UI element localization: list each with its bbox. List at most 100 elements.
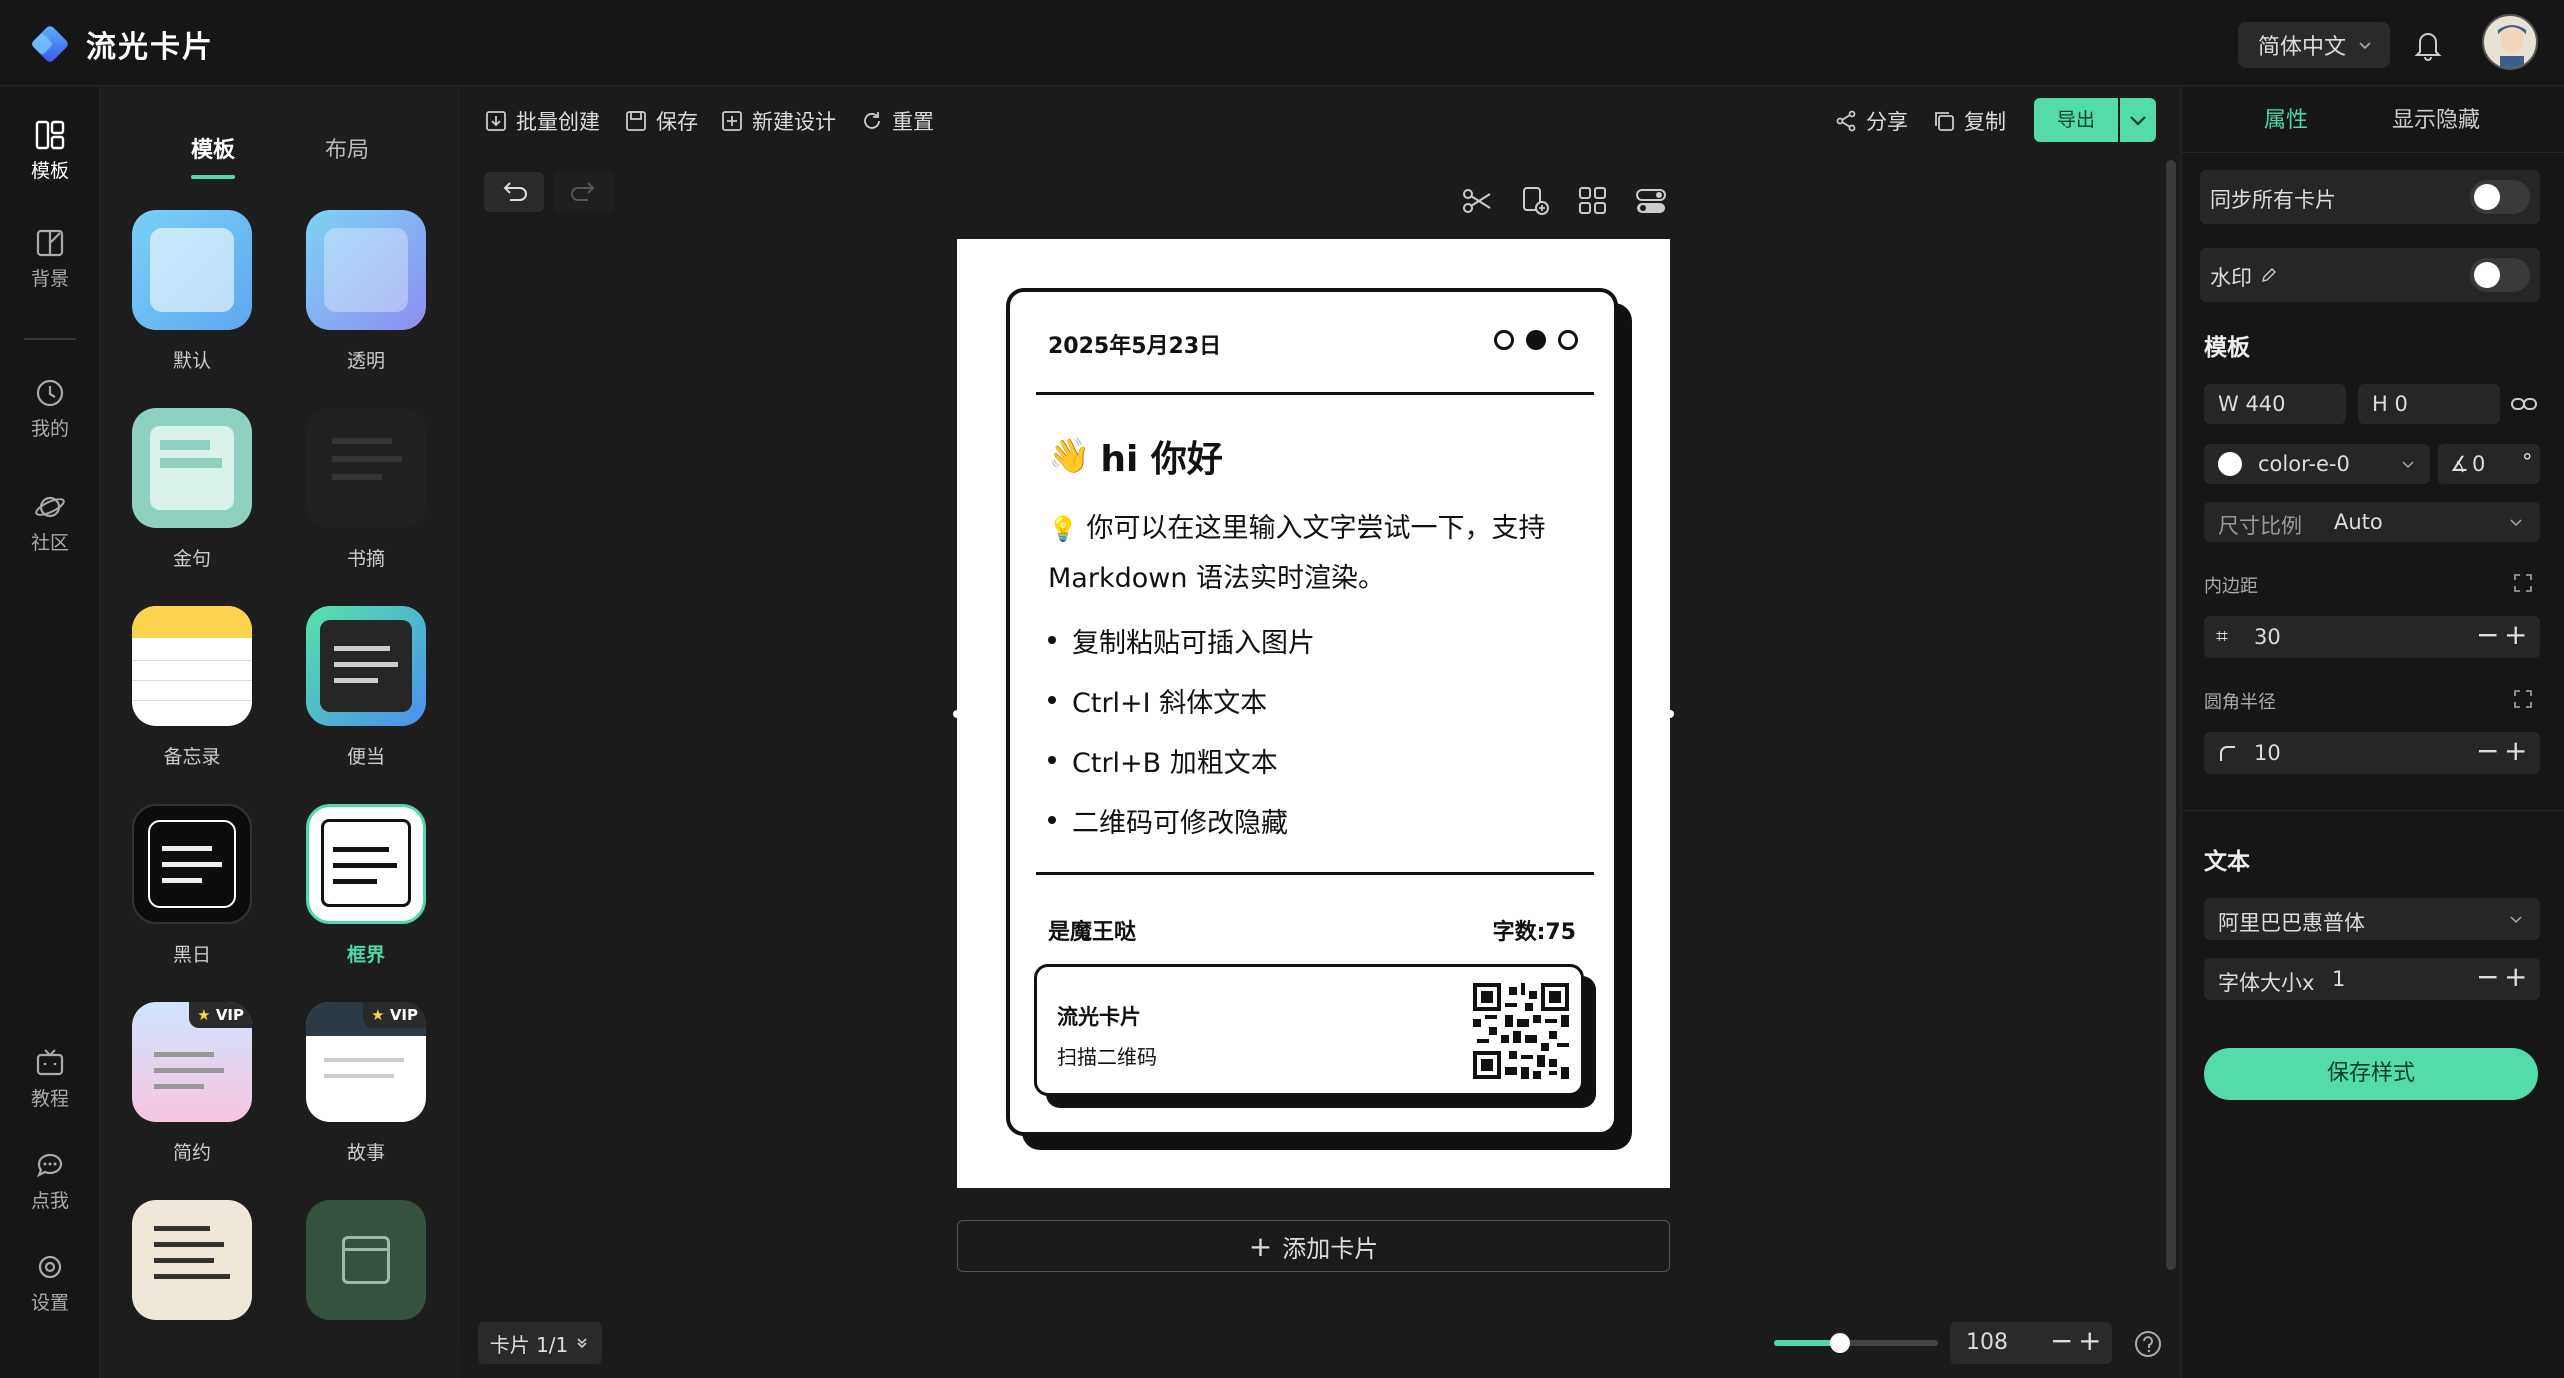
plus-icon[interactable]: + (2504, 734, 2527, 767)
template-label: 便当 (346, 746, 385, 768)
nav-item-settings[interactable]: 设置 (0, 1250, 100, 1340)
minus-icon[interactable]: − (2476, 618, 2499, 651)
template-section-title: 模板 (2204, 335, 2250, 361)
template-tile-simple[interactable]: ★ VIP (132, 1002, 252, 1122)
tab-properties[interactable]: 属性 (2264, 102, 2308, 134)
panel-divider (2181, 810, 2564, 811)
zoom-slider-handle[interactable] (1829, 1333, 1850, 1353)
template-tile-excerpt[interactable] (306, 408, 426, 528)
qr-code-icon[interactable] (1473, 983, 1569, 1079)
copy-button[interactable]: 复制 (1932, 104, 2006, 138)
dot-icon (1558, 330, 1578, 350)
grid-icon[interactable] (1576, 184, 1610, 222)
template-tile-frame[interactable] (306, 804, 426, 924)
nav-divider (24, 338, 76, 340)
add-card-button[interactable]: + 添加卡片 (957, 1220, 1670, 1272)
nav-item-community[interactable]: 社区 (0, 490, 100, 580)
angle-input[interactable]: ∡ 0 ° (2438, 444, 2540, 484)
scissors-icon[interactable] (1460, 184, 1494, 222)
nav-item-template[interactable]: 模板 (0, 118, 100, 208)
minus-icon[interactable]: − (2476, 960, 2499, 993)
save-label: 保存 (656, 110, 698, 134)
save-button[interactable]: 保存 (624, 104, 698, 138)
minus-icon[interactable]: − (2050, 1324, 2073, 1357)
plus-icon[interactable]: + (2078, 1324, 2101, 1357)
export-button[interactable]: 导出 (2034, 98, 2118, 142)
new-design-label: 新建设计 (752, 110, 836, 134)
help-icon[interactable] (2132, 1328, 2164, 1364)
toggle-switch-icon[interactable] (1634, 184, 1668, 222)
width-input[interactable]: W 440 (2204, 384, 2346, 424)
font-select[interactable]: 阿里巴巴惠普体 (2204, 898, 2540, 940)
resize-handle-left[interactable] (953, 710, 961, 718)
card-word-count: 字数:75 (1492, 920, 1576, 945)
wave-icon: 👋 (1048, 436, 1091, 476)
template-tile-quote[interactable] (132, 408, 252, 528)
watermark-toggle[interactable] (2470, 258, 2530, 292)
template-label: 框界 (346, 944, 385, 966)
tab-visibility[interactable]: 显示隐藏 (2392, 102, 2480, 134)
plus-icon[interactable]: + (2504, 618, 2527, 651)
minus-icon[interactable]: − (2476, 734, 2499, 767)
aspect-ratio-select[interactable]: 尺寸比例 Auto (2204, 502, 2540, 542)
tab-template[interactable]: 模板 (191, 132, 235, 164)
color-select[interactable]: color-e-0 (2204, 444, 2430, 484)
list-item: 复制粘贴可插入图片 (1048, 610, 1315, 670)
undo-button[interactable] (484, 172, 544, 212)
export-dropdown-button[interactable] (2120, 98, 2156, 142)
clock-icon (36, 379, 64, 407)
app-title: 流光卡片 (86, 30, 214, 65)
template-tile-code[interactable] (306, 1200, 426, 1320)
template-tile-story[interactable]: ★ VIP (306, 1002, 426, 1122)
canvas-scrollbar[interactable] (2166, 160, 2176, 1270)
new-design-button[interactable]: 新建设计 (720, 104, 836, 138)
card-pager[interactable]: 卡片 1/1 (478, 1322, 602, 1364)
sync-all-toggle[interactable] (2470, 180, 2530, 214)
nav-label: 我的 (30, 418, 69, 440)
link-icon[interactable] (2510, 392, 2538, 420)
font-size-input[interactable]: 字体大小x 1 − + (2204, 958, 2540, 1000)
language-select[interactable]: 简体中文 (2238, 22, 2390, 68)
template-tile-default[interactable] (132, 210, 252, 330)
padding-value: 30 (2254, 625, 2281, 649)
share-button[interactable]: 分享 (1834, 104, 1908, 138)
nav-item-mine[interactable]: 我的 (0, 376, 100, 466)
expand-icon[interactable] (2512, 688, 2534, 714)
card-divider (1036, 392, 1594, 395)
nav-item-feedback[interactable]: 点我 (0, 1148, 100, 1238)
reset-button[interactable]: 重置 (860, 104, 934, 138)
card-title: hi 你好 (1100, 439, 1223, 480)
template-label: 故事 (346, 1142, 385, 1164)
tab-layout[interactable]: 布局 (325, 132, 369, 164)
app-logo-icon[interactable] (28, 22, 72, 66)
avatar[interactable] (2482, 14, 2538, 70)
sync-all-row: 同步所有卡片 (2200, 170, 2540, 224)
template-tile-bento[interactable] (306, 606, 426, 726)
template-tile-handwritten[interactable] (132, 1200, 252, 1320)
template-tile-black-sun[interactable] (132, 804, 252, 924)
resize-handle-right[interactable] (1666, 710, 1674, 718)
qr-box[interactable]: 流光卡片 扫描二维码 (1034, 964, 1584, 1096)
panel-divider (2181, 152, 2564, 153)
expand-icon[interactable] (2512, 572, 2534, 598)
bell-icon[interactable] (2408, 24, 2448, 64)
padding-input[interactable]: ⌗ 30 − + (2204, 616, 2540, 658)
app-root: 流光卡片 简体中文 模板 背景 我的 社区 教程 点我 设置 模板 布局 默认 … (0, 0, 2564, 1378)
settings-icon (38, 1255, 62, 1279)
nav-item-background[interactable]: 背景 (0, 226, 100, 316)
angle-value: 0 (2472, 452, 2486, 476)
save-icon (626, 111, 646, 131)
zoom-input[interactable]: 108 − + (1950, 1322, 2112, 1364)
nav-item-tutorial[interactable]: 教程 (0, 1046, 100, 1136)
radius-input[interactable]: 10 − + (2204, 732, 2540, 774)
card-frame[interactable]: 2025年5月23日 👋 hi 你好 💡 你可以在这里输入文字尝试一下，支持 M… (1006, 288, 1618, 1136)
pencil-icon[interactable] (2260, 266, 2278, 284)
add-page-icon[interactable] (1518, 184, 1552, 222)
height-input[interactable]: H 0 (2358, 384, 2500, 424)
redo-button[interactable] (554, 172, 614, 212)
save-style-button[interactable]: 保存样式 (2204, 1048, 2538, 1100)
template-tile-transparent[interactable] (306, 210, 426, 330)
template-tile-memo[interactable] (132, 606, 252, 726)
plus-icon[interactable]: + (2504, 960, 2527, 993)
batch-create-button[interactable]: 批量创建 (484, 104, 600, 138)
